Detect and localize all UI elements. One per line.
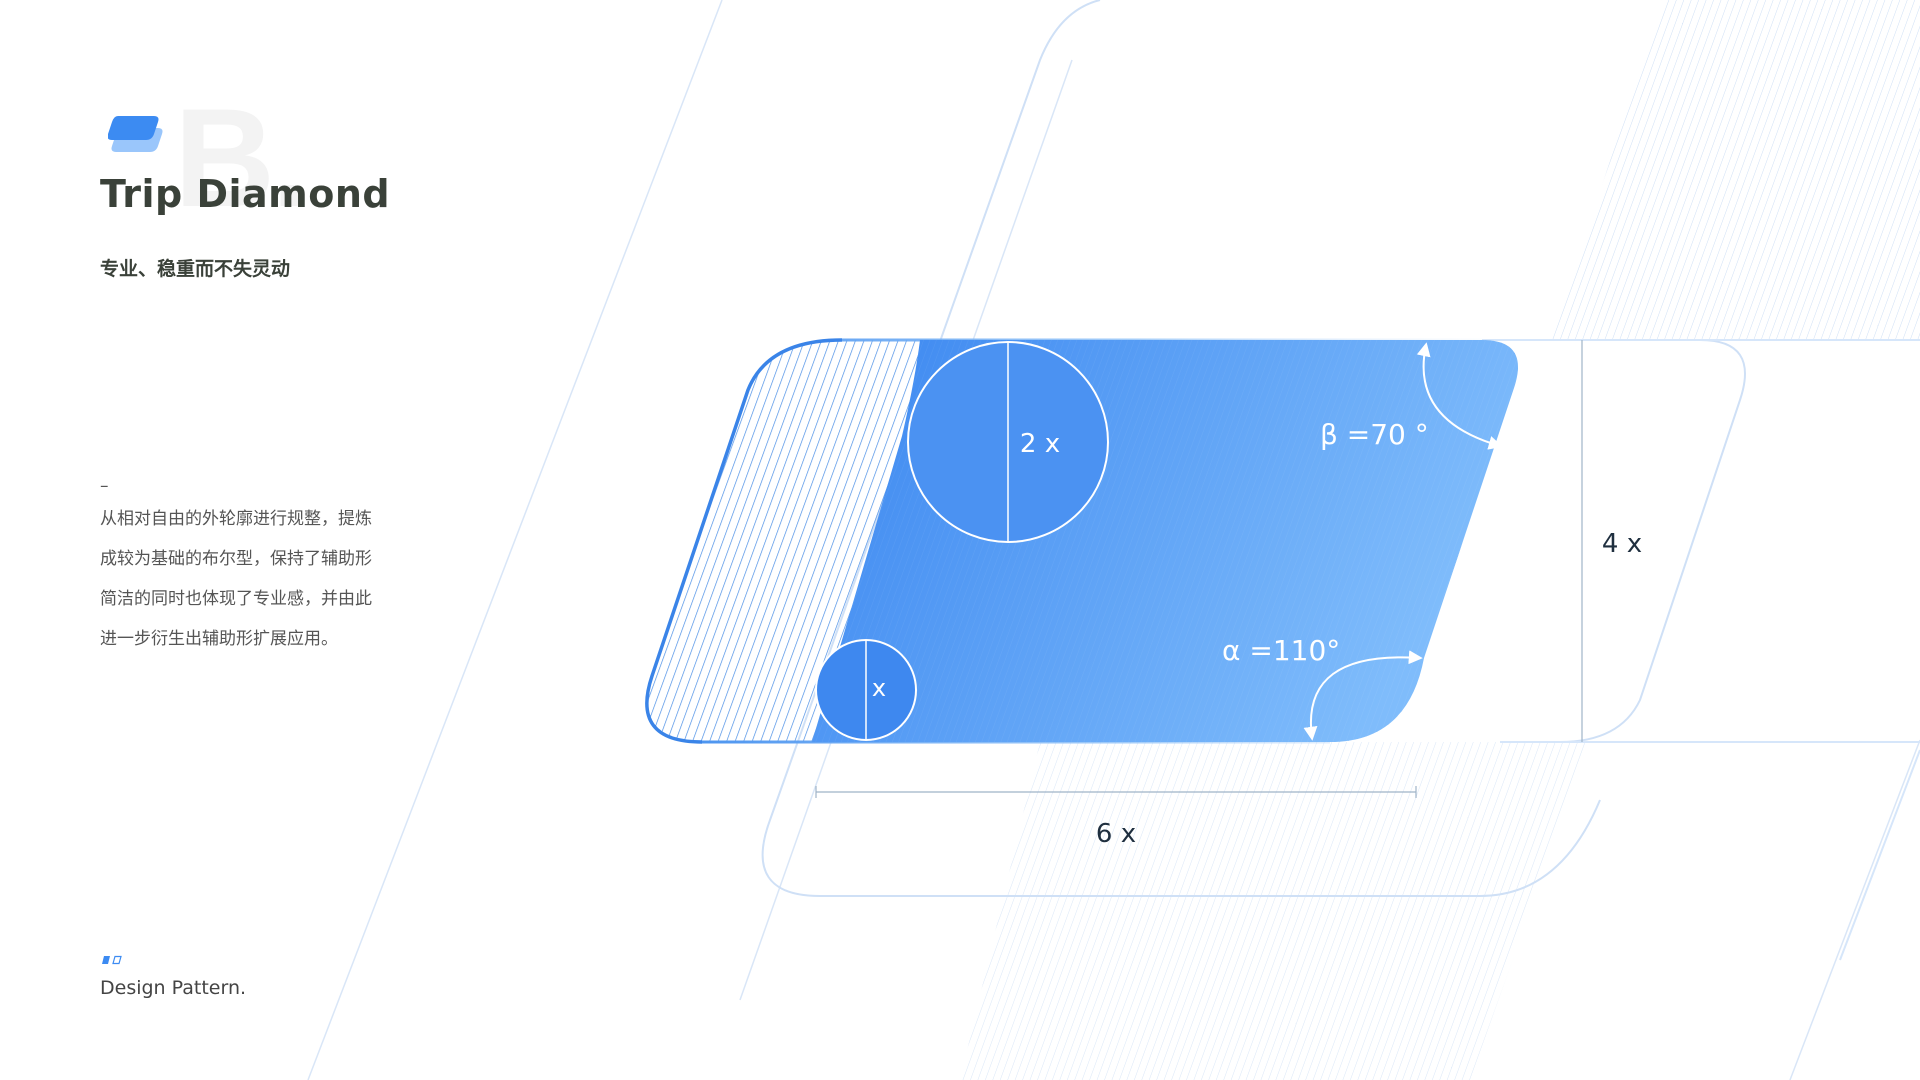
logo-icon	[108, 116, 163, 152]
circle-large	[907, 341, 1109, 543]
circle-small	[815, 639, 917, 741]
height-dimension-label: 4 x	[1602, 529, 1642, 559]
circle-large-label: 2 x	[1020, 429, 1060, 459]
footer-label: Design Pattern.	[100, 977, 247, 999]
beta-angle-label: β =70 °	[1320, 418, 1429, 451]
description-line: 从相对自由的外轮廓进行规整，提炼	[100, 509, 372, 529]
description-line: 成较为基础的布尔型，保持了辅助形	[100, 549, 372, 569]
description-dash: –	[100, 476, 109, 496]
page-subtitle: 专业、稳重而不失灵动	[100, 258, 291, 280]
footer-mark-icon	[102, 955, 122, 965]
page-title: Trip Diamond	[100, 172, 391, 216]
description-text: 从相对自由的外轮廓进行规整，提炼 成较为基础的布尔型，保持了辅助形 简洁的同时也…	[100, 503, 400, 663]
description-line: 简洁的同时也体现了专业感，并由此	[100, 589, 372, 609]
description-line: 进一步衍生出辅助形扩展应用。	[100, 629, 338, 649]
width-dimension-label: 6 x	[1096, 819, 1136, 849]
circle-small-label: x	[872, 674, 886, 702]
alpha-angle-label: α =110°	[1222, 634, 1340, 667]
